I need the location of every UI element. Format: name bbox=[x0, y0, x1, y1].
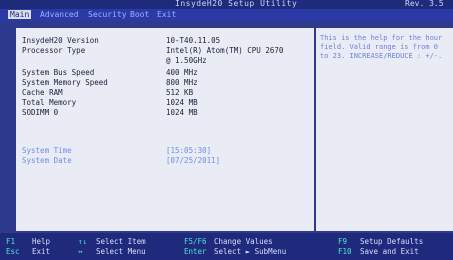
key-arrows-updown-desc: Select Item bbox=[96, 237, 146, 246]
menu-main[interactable]: Main bbox=[8, 10, 32, 19]
system-date-label: System Date bbox=[22, 156, 72, 165]
processor-speed-value: @ 1.50GHz bbox=[166, 56, 207, 65]
key-enter-desc: Select ► SubMenu bbox=[214, 247, 287, 256]
help-text: This is the help for the hour field. Val… bbox=[320, 34, 443, 60]
total-memory-label: Total Memory bbox=[22, 98, 77, 107]
help-panel: This is the help for the hour field. Val… bbox=[316, 28, 453, 231]
key-enter: Enter bbox=[184, 247, 207, 256]
cache-value: 512 KB bbox=[166, 88, 194, 97]
processor-value: Intel(R) Atom(TM) CPU 2670 bbox=[166, 46, 284, 55]
memory-speed-label: System Memory Speed bbox=[22, 78, 108, 87]
total-memory-value: 1024 MB bbox=[166, 98, 198, 107]
menu-boot[interactable]: Boot bbox=[128, 10, 151, 19]
key-esc-desc: Exit bbox=[32, 247, 51, 256]
key-arrows-leftright: ↔ bbox=[78, 247, 83, 256]
key-arrows-leftright-desc: Select Menu bbox=[96, 247, 146, 256]
key-arrows-updown: ↑↓ bbox=[78, 237, 88, 246]
key-f5-f6-desc: Change Values bbox=[214, 237, 273, 246]
menu-security[interactable]: Security bbox=[86, 10, 129, 19]
bus-speed-label: System Bus Speed bbox=[22, 68, 95, 77]
menu-bar: Main Advanced Security Boot Exit bbox=[0, 9, 453, 21]
key-legend: F1 Help Esc Exit ↑↓ Select Item ↔ Select… bbox=[0, 233, 453, 260]
menu-exit[interactable]: Exit bbox=[155, 10, 178, 19]
key-f9: F9 bbox=[338, 237, 348, 246]
key-f1-desc: Help bbox=[32, 237, 51, 246]
bus-speed-value: 400 MHz bbox=[166, 68, 198, 77]
version-label: InsydeH20 Version bbox=[22, 36, 99, 45]
system-date-field[interactable]: [07/25/2011] bbox=[166, 156, 220, 165]
sodimm-label: SODIMM 0 bbox=[22, 108, 59, 117]
processor-label: Processor Type bbox=[22, 46, 86, 55]
cache-label: Cache RAM bbox=[22, 88, 63, 97]
key-f10: F10 bbox=[338, 247, 352, 256]
main-panel: InsydeH20 Version 10-T40.11.05 Processor… bbox=[16, 28, 314, 231]
menu-advanced[interactable]: Advanced bbox=[38, 10, 81, 19]
memory-speed-value: 800 MHz bbox=[166, 78, 198, 87]
key-f10-desc: Save and Exit bbox=[360, 247, 419, 256]
system-time-field[interactable]: [15:05:30] bbox=[166, 146, 211, 155]
app-title: InsydeH20 Setup Utility bbox=[175, 0, 298, 8]
sodimm-value: 1024 MB bbox=[166, 108, 198, 117]
system-time-label: System Time bbox=[22, 146, 72, 155]
key-esc: Esc bbox=[6, 247, 20, 256]
key-f1: F1 bbox=[6, 237, 16, 246]
bios-screen: InsydeH20 Setup Utility Rev. 3.5 Main Ad… bbox=[0, 0, 453, 260]
key-f9-desc: Setup Defaults bbox=[360, 237, 424, 246]
title-bar: InsydeH20 Setup Utility Rev. 3.5 bbox=[0, 0, 453, 9]
key-f5-f6: F5/F6 bbox=[184, 237, 207, 246]
version-value: 10-T40.11.05 bbox=[166, 36, 221, 45]
revision-label: Rev. 3.5 bbox=[405, 0, 444, 8]
